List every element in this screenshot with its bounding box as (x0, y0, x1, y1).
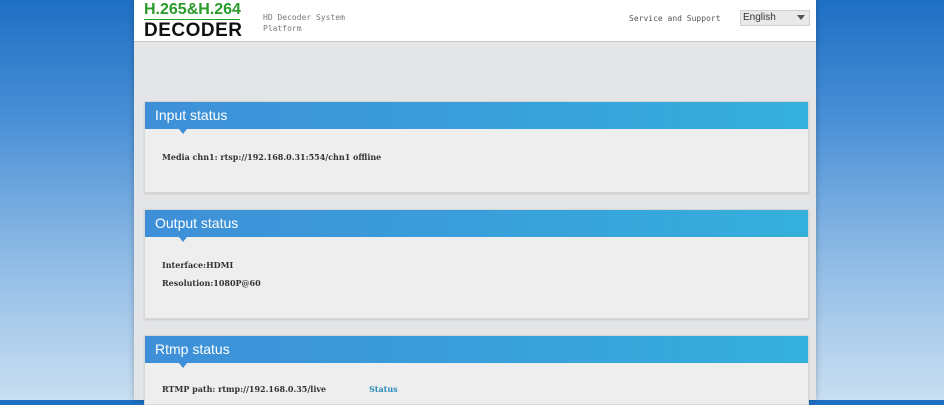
resolution-value: Resolution:1080P@60 (162, 278, 261, 288)
logo-codec-text: H.265&H.264 (144, 1, 241, 18)
input-status-panel: Input status Media chn1: rtsp://192.168.… (144, 101, 809, 193)
rtmp-status-header: Rtmp status (145, 336, 808, 368)
page-container: H.265&H.264 DECODER HD Decoder System Pl… (134, 0, 816, 405)
output-status-header: Output status (145, 210, 808, 242)
input-status-title: Input status (155, 107, 228, 123)
language-selected-value: English (743, 12, 776, 23)
language-select[interactable]: English (740, 10, 810, 26)
rtmp-status-link[interactable]: Status (369, 384, 398, 394)
rtmp-status-panel: Rtmp status RTMP path: rtmp://192.168.0.… (144, 335, 809, 405)
output-status-panel: Output status Interface:HDMI Resolution:… (144, 209, 809, 319)
logo: H.265&H.264 DECODER (144, 2, 244, 40)
media-channel-status: Media chn1: rtsp://192.168.0.31:554/chn1… (162, 152, 382, 162)
chevron-down-icon (797, 15, 805, 20)
header-notch (179, 237, 187, 242)
input-status-header: Input status (145, 102, 808, 134)
top-header: H.265&H.264 DECODER HD Decoder System Pl… (134, 0, 816, 42)
service-support-link[interactable]: Service and Support (629, 14, 721, 23)
rtmp-path-value: RTMP path: rtmp://192.168.0.35/live (162, 384, 327, 394)
output-status-title: Output status (155, 215, 239, 231)
platform-title: HD Decoder System Platform (263, 13, 345, 33)
rtmp-status-title: Rtmp status (155, 341, 230, 357)
header-notch (179, 363, 187, 368)
logo-decoder-text: DECODER (144, 20, 243, 41)
header-notch (179, 129, 187, 134)
interface-value: Interface:HDMI (162, 260, 234, 270)
